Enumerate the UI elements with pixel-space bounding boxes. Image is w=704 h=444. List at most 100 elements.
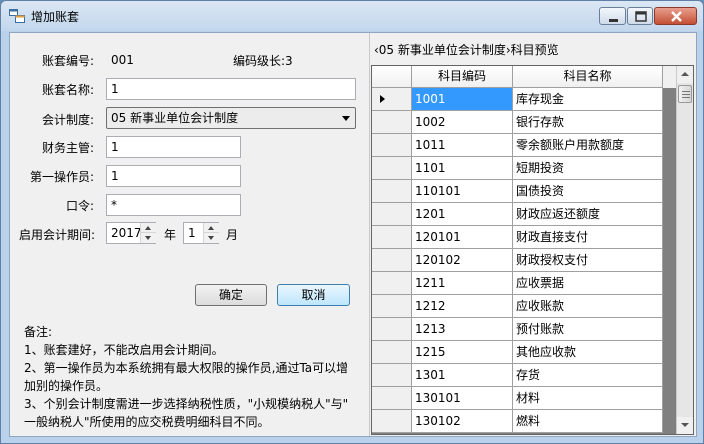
subject-name-cell[interactable]: 应收票据 bbox=[513, 272, 663, 295]
month-down-button[interactable] bbox=[204, 233, 219, 243]
table-row[interactable]: 1212 应收账款 bbox=[372, 295, 663, 318]
row-header[interactable] bbox=[372, 180, 412, 203]
table-row[interactable]: 1201 财政应返还额度 bbox=[372, 203, 663, 226]
row-header[interactable] bbox=[372, 111, 412, 134]
subject-name-cell[interactable]: 财政授权支付 bbox=[513, 249, 663, 272]
row-header[interactable] bbox=[372, 364, 412, 387]
subject-code-cell[interactable]: 1201 bbox=[412, 203, 513, 226]
subject-code-cell[interactable]: 1301 bbox=[412, 364, 513, 387]
subject-name-cell[interactable]: 材料 bbox=[513, 387, 663, 410]
ok-button[interactable]: 确定 bbox=[195, 284, 267, 306]
subject-code-cell[interactable]: 1213 bbox=[412, 318, 513, 341]
subject-name-cell[interactable]: 存货 bbox=[513, 364, 663, 387]
row-header[interactable] bbox=[372, 88, 412, 111]
scroll-thumb[interactable] bbox=[678, 85, 692, 103]
row-header[interactable] bbox=[372, 157, 412, 180]
cancel-button[interactable]: 取消 bbox=[277, 284, 350, 306]
subject-name-cell[interactable]: 财政直接支付 bbox=[513, 226, 663, 249]
scroll-up-button[interactable] bbox=[677, 66, 693, 83]
table-row[interactable]: 130102 燃料 bbox=[372, 410, 663, 433]
subject-name-cell[interactable]: 库存现金 bbox=[513, 88, 663, 111]
table-row[interactable]: 130101 材料 bbox=[372, 387, 663, 410]
subject-name-cell[interactable]: 国债投资 bbox=[513, 180, 663, 203]
minimize-button[interactable] bbox=[599, 7, 626, 25]
first-operator-input[interactable]: 1 bbox=[106, 165, 241, 187]
row-header[interactable] bbox=[372, 341, 412, 364]
account-preview-panel: ‹05 新事业单位会计制度›科目预览 科目编码 科目名称 1001 库存现金 100… bbox=[369, 33, 696, 436]
subject-name-cell[interactable]: 其他应收款 bbox=[513, 341, 663, 364]
subject-name-cell[interactable]: 应收账款 bbox=[513, 295, 663, 318]
maximize-button[interactable] bbox=[627, 7, 653, 25]
subject-code-cell[interactable]: 120101 bbox=[412, 226, 513, 249]
subject-name-cell[interactable]: 零余额账户用款额度 bbox=[513, 134, 663, 157]
subject-code-cell[interactable]: 1101 bbox=[412, 157, 513, 180]
notes-panel: 备注: 1、账套建好，不能改启用会计期间。 2、第一操作员为本系统拥有最大权限的… bbox=[24, 323, 359, 431]
subject-name-cell[interactable]: 短期投资 bbox=[513, 157, 663, 180]
column-header-name[interactable]: 科目名称 bbox=[513, 66, 663, 88]
subject-name-cell[interactable]: 银行存款 bbox=[513, 111, 663, 134]
subject-name-cell[interactable]: 财政应返还额度 bbox=[513, 203, 663, 226]
subject-code-cell[interactable]: 1211 bbox=[412, 272, 513, 295]
notes-line: 2、第一操作员为本系统拥有最大权限的操作员,通过Ta可以增 bbox=[24, 361, 349, 375]
table-row[interactable]: 1001 库存现金 bbox=[372, 88, 663, 111]
table-row[interactable]: 1213 预付账款 bbox=[372, 318, 663, 341]
subject-code-cell[interactable]: 1001 bbox=[412, 88, 513, 111]
column-header-code[interactable]: 科目编码 bbox=[412, 66, 513, 88]
account-name-input[interactable]: 1 bbox=[106, 78, 356, 100]
table-row[interactable]: 1002 银行存款 bbox=[372, 111, 663, 134]
row-header[interactable] bbox=[372, 272, 412, 295]
table-row[interactable]: 1211 应收票据 bbox=[372, 272, 663, 295]
subject-code-cell[interactable]: 120102 bbox=[412, 249, 513, 272]
year-down-button[interactable] bbox=[141, 233, 156, 243]
row-header[interactable] bbox=[372, 226, 412, 249]
subject-name-cell[interactable]: 预付账款 bbox=[513, 318, 663, 341]
close-button[interactable] bbox=[654, 7, 697, 25]
subject-code-cell[interactable]: 1212 bbox=[412, 295, 513, 318]
year-up-button[interactable] bbox=[141, 223, 156, 233]
accounting-system-select[interactable]: 05 新事业单位会计制度 bbox=[106, 107, 356, 129]
finance-manager-input[interactable]: 1 bbox=[106, 136, 241, 158]
maximize-icon bbox=[635, 11, 647, 22]
row-header[interactable] bbox=[372, 295, 412, 318]
subject-name-cell[interactable]: 燃料 bbox=[513, 410, 663, 433]
subject-code-cell[interactable]: 130101 bbox=[412, 387, 513, 410]
accounting-system-label: 会计制度: bbox=[42, 113, 95, 127]
row-header[interactable] bbox=[372, 203, 412, 226]
subject-code-cell[interactable]: 130102 bbox=[412, 410, 513, 433]
table-row[interactable]: 1215 其他应收款 bbox=[372, 341, 663, 364]
notes-title: 备注: bbox=[24, 325, 53, 339]
row-header[interactable] bbox=[372, 410, 412, 433]
vertical-scrollbar[interactable] bbox=[676, 66, 693, 434]
subject-code-cell[interactable]: 1011 bbox=[412, 134, 513, 157]
scroll-down-button[interactable] bbox=[677, 417, 693, 434]
account-no-field: 001 bbox=[111, 53, 134, 67]
row-header[interactable] bbox=[372, 249, 412, 272]
table-row[interactable]: 110101 国债投资 bbox=[372, 180, 663, 203]
password-label: 口令: bbox=[66, 199, 95, 213]
table-row[interactable]: 1101 短期投资 bbox=[372, 157, 663, 180]
table-row[interactable]: 1301 存货 bbox=[372, 364, 663, 387]
subject-code-cell[interactable]: 1215 bbox=[412, 341, 513, 364]
window: 增加账套 账套编号: 001 编码级长:3 账套名称: 1 会计制度: 05 新… bbox=[0, 0, 704, 444]
month-stepper-buttons bbox=[203, 223, 219, 243]
table-row[interactable]: 120101 财政直接支付 bbox=[372, 226, 663, 249]
subject-code-cell[interactable]: 1002 bbox=[412, 111, 513, 134]
row-header[interactable] bbox=[372, 387, 412, 410]
year-stepper[interactable]: 2017 bbox=[106, 222, 156, 244]
app-window-icon bbox=[9, 9, 25, 23]
month-up-button[interactable] bbox=[204, 223, 219, 233]
month-stepper[interactable]: 1 bbox=[183, 222, 219, 244]
preview-title: ‹05 新事业单位会计制度›科目预览 bbox=[374, 43, 559, 57]
subject-code-cell[interactable]: 110101 bbox=[412, 180, 513, 203]
password-input[interactable]: * bbox=[106, 194, 241, 216]
current-row-pointer-icon bbox=[380, 95, 385, 103]
subject-grid[interactable]: 科目编码 科目名称 1001 库存现金 1002 银行存款 1011 零余额账户用款额度 1… bbox=[371, 65, 694, 435]
row-header[interactable] bbox=[372, 318, 412, 341]
title-bar[interactable]: 增加账套 bbox=[1, 1, 703, 31]
table-row[interactable]: 120102 财政授权支付 bbox=[372, 249, 663, 272]
code-level-label: 编码级长:3 bbox=[233, 54, 293, 68]
caret-up-icon bbox=[208, 226, 214, 230]
finance-manager-label: 财务主管: bbox=[42, 141, 95, 155]
row-header[interactable] bbox=[372, 134, 412, 157]
table-row[interactable]: 1011 零余额账户用款额度 bbox=[372, 134, 663, 157]
